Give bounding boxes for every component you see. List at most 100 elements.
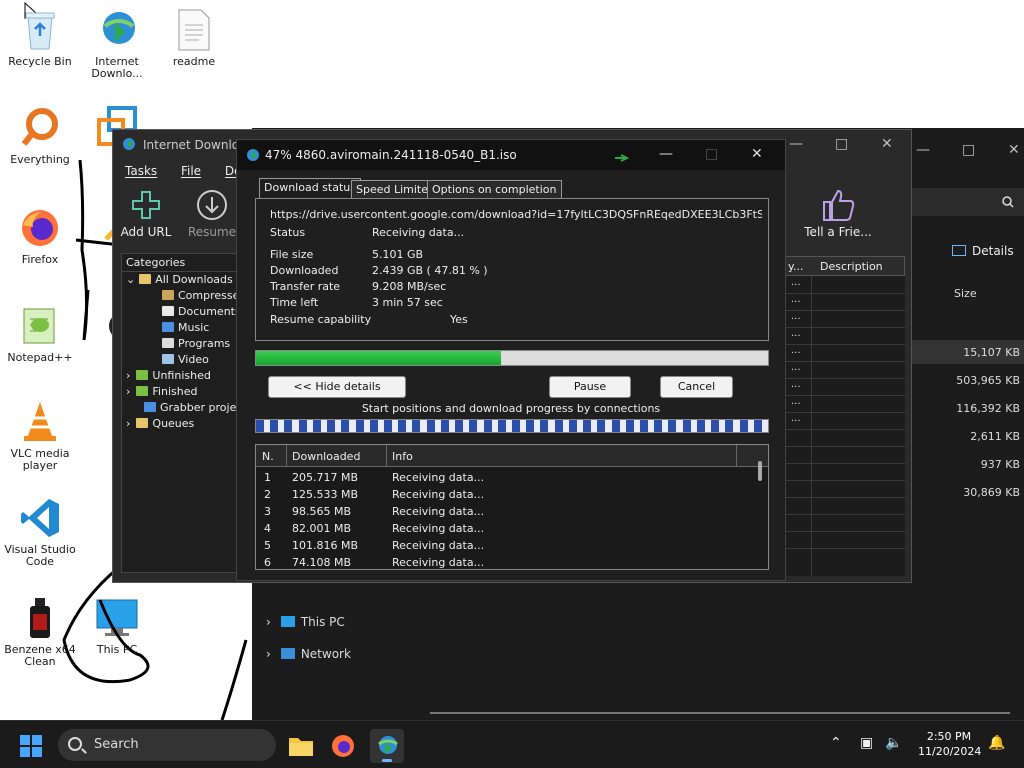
minimize-icon[interactable]: — <box>916 142 930 158</box>
network-tray-icon[interactable]: ▣ <box>860 735 873 751</box>
desktop-icon-this-pc[interactable]: This PC <box>77 596 157 656</box>
nav-label: Network <box>300 647 351 661</box>
notification-bell-icon[interactable]: 🔔 <box>988 735 1005 751</box>
connection-segment <box>597 420 612 432</box>
video-film-icon <box>162 354 174 364</box>
desktop-icon-vscode[interactable]: Visual Studio Code <box>0 496 80 568</box>
recycle-bin-icon <box>18 8 62 52</box>
tab-speed-limiter[interactable]: Speed Limiter <box>351 180 438 198</box>
description-column-header[interactable]: Description <box>820 260 883 273</box>
maximize-icon: □ <box>705 146 719 162</box>
category-finished[interactable]: › Finished <box>126 385 197 398</box>
category-unfinished[interactable]: › Unfinished <box>126 369 211 382</box>
downloaded-label: Downloaded <box>270 264 339 277</box>
close-icon[interactable]: ✕ <box>881 136 893 152</box>
close-icon[interactable]: ✕ <box>751 146 763 162</box>
firefox-icon <box>332 735 354 757</box>
category-label: Finished <box>152 385 198 398</box>
download-arrow-icon <box>197 190 227 220</box>
taskbar-file-explorer[interactable] <box>284 729 318 763</box>
horizontal-scrollbar[interactable] <box>430 712 1010 714</box>
volume-icon[interactable]: 🔈 <box>885 735 902 751</box>
taskbar: Search ⌃ ▣ 🔈 2:50 PM 11/20/2024 🔔 <box>0 720 1024 768</box>
chevron-up-icon[interactable]: ⌃ <box>830 735 842 751</box>
status-column-header[interactable]: y... <box>788 260 803 273</box>
maximize-icon[interactable]: □ <box>962 142 975 158</box>
categories-panel: Categories ⌄ All Downloads Compresse... D… <box>121 253 250 573</box>
connections-table-header: N. Downloaded Info <box>256 445 768 467</box>
desktop-icon-label: readme <box>172 55 216 68</box>
category-grabber[interactable]: Grabber project <box>144 401 247 414</box>
desktop-icon-firefox[interactable]: Firefox <box>0 206 80 266</box>
close-icon[interactable]: ✕ <box>1008 142 1020 158</box>
tell-a-friend-button[interactable]: Tell a Frie... <box>803 188 873 239</box>
category-label: Music <box>178 321 210 334</box>
tab-download-status[interactable]: Download status <box>259 178 361 198</box>
tab-options-on-completion[interactable]: Options on completion <box>427 180 562 198</box>
table-scrollbar-thumb[interactable] <box>758 461 762 481</box>
dialog-title-bar[interactable]: 47% 4860.aviromain.241118-0540_B1.iso — … <box>237 140 785 170</box>
queues-folder-icon <box>136 418 149 428</box>
folder-icon <box>289 738 313 756</box>
taskbar-search-box[interactable]: Search <box>58 729 276 761</box>
row-marker: ... <box>791 328 801 339</box>
connection-segment <box>583 420 598 432</box>
category-all-downloads[interactable]: ⌄ All Downloads <box>126 273 233 286</box>
cell-info: Receiving data... <box>392 556 485 569</box>
category-programs[interactable]: Programs <box>162 337 230 350</box>
system-clock[interactable]: 2:50 PM 11/20/2024 <box>918 729 981 759</box>
connection-segment <box>483 420 498 432</box>
idm-globe-icon <box>378 736 398 754</box>
menu-file[interactable]: File <box>181 164 201 178</box>
file-size-label: File size <box>270 248 314 261</box>
category-queues[interactable]: › Queues <box>126 417 194 430</box>
row-marker: ... <box>791 345 801 356</box>
desktop-icon-label: Internet Downlo... <box>91 55 143 80</box>
connection-segment <box>512 420 527 432</box>
status-label: Status <box>270 226 306 239</box>
desktop-icon-label: VLC media player <box>10 447 70 472</box>
desktop-icon-benzene[interactable]: Benzene x64 Clean <box>0 596 80 668</box>
vlc-cone-icon <box>18 400 62 444</box>
chevron-right-icon: › <box>126 369 131 382</box>
desktop-icon-recycle-bin[interactable]: Recycle Bin <box>0 8 80 68</box>
menu-tasks[interactable]: Tasks <box>125 164 157 178</box>
categories-header: Categories <box>122 254 240 272</box>
cell-info: Receiving data... <box>392 471 485 484</box>
nav-item-network[interactable]: › Network <box>266 647 351 661</box>
desktop-icon-vlc[interactable]: VLC media player <box>0 400 80 472</box>
minimize-icon[interactable]: — <box>659 146 673 162</box>
hide-details-button[interactable]: << Hide details <box>268 376 406 398</box>
size-column-header[interactable]: Size <box>954 287 977 300</box>
cancel-button[interactable]: Cancel <box>660 376 733 398</box>
resume-capability-row: Resume capability Yes <box>270 313 468 326</box>
category-video[interactable]: Video <box>162 353 209 366</box>
desktop-icon-readme[interactable]: readme <box>154 8 234 68</box>
tell-a-friend-label: Tell a Frie... <box>804 225 872 239</box>
minimize-icon[interactable]: — <box>789 136 803 152</box>
category-label: Documents <box>178 305 241 318</box>
explorer-search-box[interactable] <box>912 188 1024 216</box>
start-button[interactable] <box>20 735 42 757</box>
desktop-icon-everything[interactable]: Everything <box>0 106 80 166</box>
desktop-icon-idm[interactable]: Internet Downlo... <box>77 8 157 80</box>
taskbar-firefox[interactable] <box>326 729 360 763</box>
pause-button[interactable]: Pause <box>549 376 631 398</box>
connection-segment <box>256 420 271 432</box>
desktop-icon-label: This PC <box>96 643 138 656</box>
connection-segment <box>341 420 356 432</box>
details-view-button[interactable]: Details <box>952 244 1014 258</box>
unfinished-folder-icon <box>136 370 149 380</box>
column-header-downloaded[interactable]: Downloaded <box>292 450 360 463</box>
category-documents[interactable]: Documents <box>162 305 241 318</box>
nav-item-this-pc[interactable]: › This PC <box>266 615 345 629</box>
add-url-button[interactable]: Add URL <box>111 188 181 239</box>
desktop-icon-notepadpp[interactable]: Notepad++ <box>0 304 80 364</box>
column-header-n[interactable]: N. <box>262 450 274 463</box>
column-header-info[interactable]: Info <box>392 450 413 463</box>
cell-n: 5 <box>264 539 271 552</box>
category-music[interactable]: Music <box>162 321 209 334</box>
maximize-icon[interactable]: □ <box>835 136 848 152</box>
category-label: Queues <box>152 417 195 430</box>
taskbar-idm[interactable] <box>370 729 404 763</box>
